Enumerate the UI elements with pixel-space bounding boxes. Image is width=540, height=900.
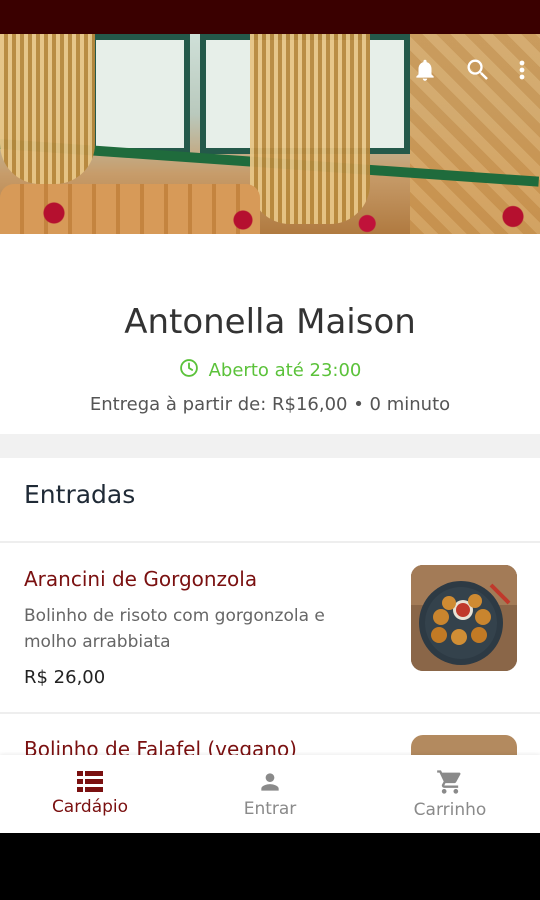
bottom-navigation: Cardápio Entrar Carrinho — [0, 755, 540, 833]
list-icon — [77, 771, 103, 793]
section-divider — [0, 434, 540, 458]
restaurant-cover-image — [0, 34, 540, 234]
nav-label: Cardápio — [51, 797, 129, 817]
menu-item-description: Bolinho de risoto com gorgonzola e molho… — [24, 606, 325, 652]
system-nav-area — [0, 833, 540, 900]
lamp-decor — [0, 34, 95, 184]
nav-label: Carrinho — [413, 800, 487, 820]
person-icon — [257, 769, 283, 795]
restaurant-name: Antonella Maison — [124, 302, 416, 342]
nav-item-menu[interactable]: Cardápio — [0, 755, 180, 833]
menu-item-price: R$ 26,00 — [24, 667, 106, 688]
category-title: Entradas — [24, 480, 136, 509]
header-actions — [412, 56, 540, 84]
restaurant-info: Antonella Maison Aberto até 23:00 Entreg… — [0, 234, 540, 434]
menu-item-photo — [411, 565, 517, 671]
nav-item-login[interactable]: Entrar — [180, 755, 360, 833]
bell-icon[interactable] — [412, 56, 438, 84]
lamp-decor — [250, 34, 370, 224]
opening-status: Aberto até 23:00 — [0, 358, 540, 383]
status-bar — [0, 0, 540, 34]
more-vert-icon[interactable] — [518, 56, 526, 84]
nav-item-cart[interactable]: Carrinho — [360, 755, 540, 833]
app-screen: Antonella Maison Aberto até 23:00 Entreg… — [0, 34, 540, 833]
clock-icon — [179, 358, 199, 383]
menu-item[interactable]: Arancini de Gorgonzola Bolinho de risoto… — [0, 543, 540, 714]
delivery-info: Entrega à partir de: R$16,00 • 0 minuto — [89, 394, 451, 415]
search-icon[interactable] — [464, 56, 492, 84]
window-decor — [90, 34, 190, 154]
opening-hours-text: Aberto até 23:00 — [208, 360, 362, 381]
cart-icon — [436, 768, 464, 796]
flowers-decor — [0, 199, 540, 234]
menu-item-name: Arancini de Gorgonzola — [24, 567, 258, 591]
nav-label: Entrar — [243, 799, 297, 819]
